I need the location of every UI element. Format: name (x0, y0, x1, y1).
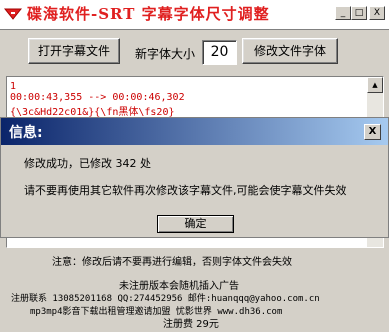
window-title: 碟海软件-SRT 字幕字体尺寸调整 (27, 5, 270, 23)
dialog-message-success: 修改成功，已修改 342 处 (24, 157, 151, 170)
footer-line-advert: mp3mp4影音下载出租管理邀请加盟 忧影世界 www.dh36.com (30, 307, 283, 317)
maximize-button[interactable]: □ (351, 6, 367, 20)
footer-line-contact: 注册联系 13085201168 QQ:274452956 邮件:huanqqq… (11, 294, 320, 304)
app-icon (4, 8, 22, 20)
subtitle-line: {\3c&Hd22c01&}{\fn黑体\fs20} (10, 107, 175, 118)
open-subtitle-button[interactable]: 打开字幕文件 (28, 38, 120, 64)
font-size-input[interactable]: 20 (202, 40, 237, 65)
subtitle-line: 1 (10, 81, 17, 92)
footer-line-unregistered: 未注册版本会随机插入广告 (119, 281, 239, 292)
info-dialog: 信息: X 修改成功，已修改 342 处 请不要再使用其它软件再次修改该字幕文件… (0, 117, 389, 238)
notice-text: 注意：修改后请不要再进行编辑，否则字体文件会失效 (52, 257, 292, 268)
dialog-message-warning: 请不要再使用其它软件再次修改该字幕文件,可能会使字幕文件失效 (24, 184, 347, 197)
scroll-up-icon[interactable]: ▲ (367, 77, 383, 93)
ok-button[interactable]: 确定 (157, 215, 234, 233)
dialog-close-button[interactable]: X (364, 124, 381, 140)
font-size-label: 新字体大小 (135, 47, 196, 61)
minimize-button[interactable]: _ (335, 6, 351, 20)
title-bar[interactable]: 碟海软件-SRT 字幕字体尺寸调整 _ □ X (0, 0, 389, 30)
subtitle-line: 00:00:43,355 --> 00:00:46,302 (10, 92, 185, 103)
close-button[interactable]: X (369, 6, 385, 20)
modify-font-button[interactable]: 修改文件字体 (242, 38, 338, 64)
footer-line-fee: 注册费 29元 (163, 319, 219, 330)
dialog-title-bar[interactable]: 信息: X (1, 118, 388, 145)
main-window: 碟海软件-SRT 字幕字体尺寸调整 _ □ X 打开字幕文件 新字体大小 20 … (0, 0, 389, 332)
dialog-title: 信息: (9, 125, 43, 141)
